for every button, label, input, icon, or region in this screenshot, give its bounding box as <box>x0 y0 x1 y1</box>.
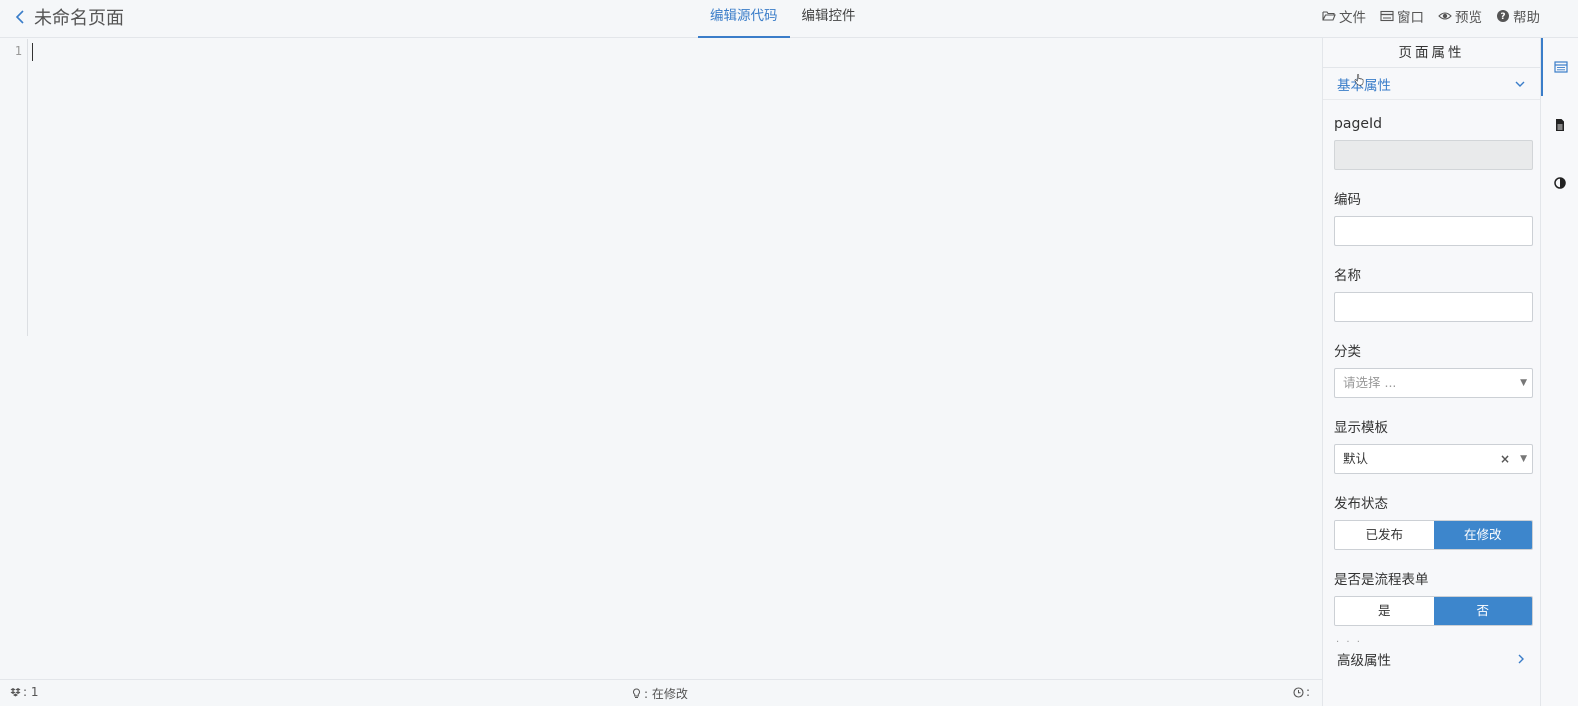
code-field[interactable] <box>1334 216 1533 246</box>
status-component-count: : 1 <box>10 685 39 699</box>
template-label: 显示模板 <box>1334 420 1388 436</box>
modifying-button[interactable]: 在修改 <box>1433 521 1532 549</box>
tab-edit-source[interactable]: 编辑源代码 <box>698 0 790 38</box>
status-state: : 在修改 <box>631 685 688 702</box>
panel-title: 页面属性 <box>1323 38 1540 68</box>
page-title: 未命名页面 <box>34 8 124 29</box>
caret-down-icon: ▼ <box>1520 454 1527 464</box>
pageid-field <box>1334 140 1533 170</box>
name-label: 名称 <box>1334 268 1361 284</box>
advanced-properties-toggle[interactable]: 高级属性 <box>1323 646 1540 672</box>
contrast-icon <box>1554 177 1566 189</box>
published-button[interactable]: 已发布 <box>1335 521 1434 549</box>
chevron-down-icon <box>1515 81 1525 87</box>
document-tab[interactable] <box>1541 96 1578 154</box>
advanced-properties-label: 高级属性 <box>1337 653 1391 669</box>
properties-tab[interactable] <box>1541 38 1578 96</box>
preview-menu[interactable]: 预览 <box>1438 6 1482 26</box>
chevron-left-icon <box>15 10 24 24</box>
category-label: 分类 <box>1334 344 1361 360</box>
back-button[interactable]: 未命名页面 <box>14 5 124 29</box>
lightbulb-icon <box>633 688 640 698</box>
folder-open-icon <box>1322 11 1336 21</box>
publish-status-toggle: 已发布 在修改 <box>1334 520 1533 550</box>
flow-form-label: 是否是流程表单 <box>1334 572 1429 588</box>
line-number-gutter: 1 <box>0 39 28 336</box>
file-menu[interactable]: 文件 <box>1322 6 1366 26</box>
caret-down-icon: ▼ <box>1520 378 1527 388</box>
publish-status-label: 发布状态 <box>1334 496 1388 512</box>
line-number: 1 <box>14 44 22 58</box>
dropbox-icon <box>10 687 21 696</box>
chevron-right-icon <box>1518 654 1524 664</box>
basic-properties-form: pageId 编码 名称 分类 请选择 ... ▼ 显示模板 默认 × ▼ 发布… <box>1323 100 1540 646</box>
document-icon <box>1556 119 1564 131</box>
template-select[interactable]: 默认 × ▼ <box>1334 444 1533 474</box>
hand-pointer-icon <box>1354 74 1364 86</box>
category-placeholder: 请选择 ... <box>1343 375 1397 390</box>
basic-properties-toggle[interactable]: 基本属性 <box>1323 68 1540 100</box>
file-menu-label: 文件 <box>1339 10 1366 26</box>
theme-tab[interactable] <box>1541 154 1578 212</box>
top-menu: 文件 窗口 预览 ? 帮助 <box>1322 6 1540 26</box>
window-menu-label: 窗口 <box>1397 10 1424 26</box>
code-label: 编码 <box>1334 192 1361 208</box>
eye-icon <box>1438 12 1452 20</box>
text-cursor <box>32 43 33 61</box>
preview-menu-label: 预览 <box>1455 10 1482 26</box>
flow-form-toggle: 是 否 <box>1334 596 1533 626</box>
help-menu-label: 帮助 <box>1513 10 1540 26</box>
flow-no-button[interactable]: 否 <box>1433 597 1532 625</box>
more-dots: . . . <box>1336 634 1362 645</box>
editor-tabs: 编辑源代码 编辑控件 <box>698 0 868 38</box>
status-bar: : 1 : 在修改 : <box>0 679 1322 706</box>
status-left-text: : 1 <box>23 685 39 699</box>
svg-text:?: ? <box>1500 12 1505 22</box>
question-circle-icon: ? <box>1497 10 1509 22</box>
code-editor[interactable]: 1 <box>0 39 1322 679</box>
status-time: : <box>1293 685 1310 699</box>
status-center-text: : 在修改 <box>644 687 688 701</box>
properties-panel: 页面属性 基本属性 pageId 编码 名称 分类 请选择 ... ▼ 显示模板… <box>1322 38 1540 706</box>
status-right-text: : <box>1305 685 1310 699</box>
table-icon <box>1554 61 1568 73</box>
clear-icon[interactable]: × <box>1500 445 1510 473</box>
category-select[interactable]: 请选择 ... ▼ <box>1334 368 1533 398</box>
flow-yes-button[interactable]: 是 <box>1335 597 1434 625</box>
pageid-label: pageId <box>1334 116 1382 132</box>
side-icon-rail <box>1540 38 1578 706</box>
window-menu[interactable]: 窗口 <box>1380 6 1424 26</box>
help-menu[interactable]: ? 帮助 <box>1496 6 1540 26</box>
name-field[interactable] <box>1334 292 1533 322</box>
top-bar: 未命名页面 编辑源代码 编辑控件 文件 窗口 预览 ? 帮助 <box>0 0 1578 38</box>
template-value: 默认 <box>1343 451 1369 466</box>
tab-edit-controls[interactable]: 编辑控件 <box>790 0 868 38</box>
clock-icon <box>1293 686 1304 698</box>
window-icon <box>1380 10 1394 22</box>
